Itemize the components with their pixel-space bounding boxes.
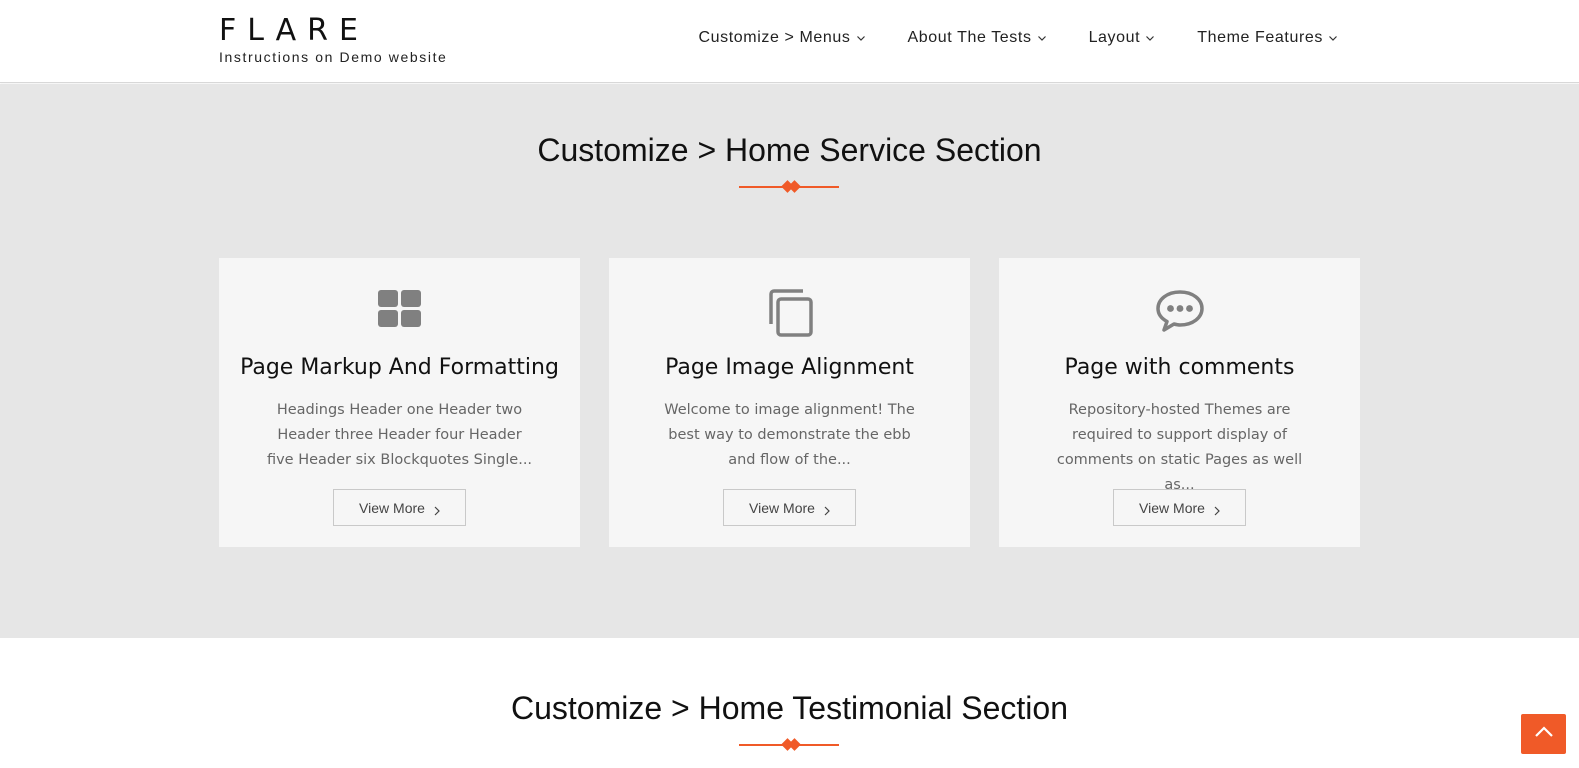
nav-item-customize-menus[interactable]: Customize > Menus [698, 28, 865, 48]
view-more-label: View More [359, 499, 425, 516]
site-branding[interactable]: FLARE Instructions on Demo website [219, 14, 448, 66]
nav-item-label: Theme Features [1197, 29, 1323, 46]
testimonial-section: Customize > Home Testimonial Section [0, 638, 1579, 768]
service-section: Customize > Home Service Section Page Ma… [0, 84, 1579, 638]
service-card-title[interactable]: Page Image Alignment [609, 354, 970, 382]
chevron-down-icon [1037, 33, 1047, 43]
chevron-down-icon [1145, 33, 1155, 43]
nav-item-label: Layout [1088, 29, 1141, 46]
service-card: Page with comments Repository-hosted The… [999, 258, 1360, 547]
section-divider [739, 738, 839, 751]
nav-item-label: About The Tests [907, 29, 1032, 46]
nav-item-label: Customize > Menus [698, 29, 851, 46]
service-card-text: Welcome to image alignment! The best way… [664, 402, 915, 468]
view-more-label: View More [749, 499, 815, 516]
view-more-label: View More [1139, 499, 1205, 516]
service-section-title: Customize > Home Service Section [537, 132, 1042, 168]
view-more-button[interactable]: View More [1113, 489, 1246, 526]
site-tagline: Instructions on Demo website [219, 49, 448, 65]
service-card: Page Markup And Formatting Headings Head… [219, 258, 580, 547]
section-divider [739, 180, 839, 193]
chevron-down-icon [856, 33, 866, 43]
service-card-title[interactable]: Page with comments [999, 354, 1360, 382]
copy-icon [609, 288, 970, 338]
chevron-right-icon [824, 503, 830, 515]
nav-item-theme-features[interactable]: Theme Features [1197, 28, 1338, 48]
testimonial-section-title: Customize > Home Testimonial Section [511, 690, 1068, 726]
nav-item-layout[interactable]: Layout [1089, 28, 1156, 48]
view-more-button[interactable]: View More [723, 489, 856, 526]
view-more-button[interactable]: View More [333, 489, 466, 526]
chevron-up-icon [1534, 725, 1554, 743]
site-header: FLARE Instructions on Demo website Custo… [0, 0, 1579, 83]
chevron-right-icon [1214, 503, 1220, 515]
scroll-to-top-button[interactable] [1521, 714, 1566, 754]
chevron-down-icon [1328, 33, 1338, 43]
service-card-text: Repository-hosted Themes are required to… [1056, 402, 1303, 493]
service-card-text: Headings Header one Header two Header th… [266, 402, 533, 468]
site-title[interactable]: FLARE [219, 14, 447, 48]
chevron-right-icon [434, 503, 440, 515]
nav-item-about-the-tests[interactable]: About The Tests [908, 28, 1047, 48]
service-card: Page Image Alignment Welcome to image al… [609, 258, 970, 547]
main-nav: Customize > Menus About The Tests Layout… [656, 28, 1338, 48]
grid-icon [219, 288, 580, 338]
service-card-title[interactable]: Page Markup And Formatting [219, 354, 580, 382]
comment-icon [999, 288, 1360, 338]
